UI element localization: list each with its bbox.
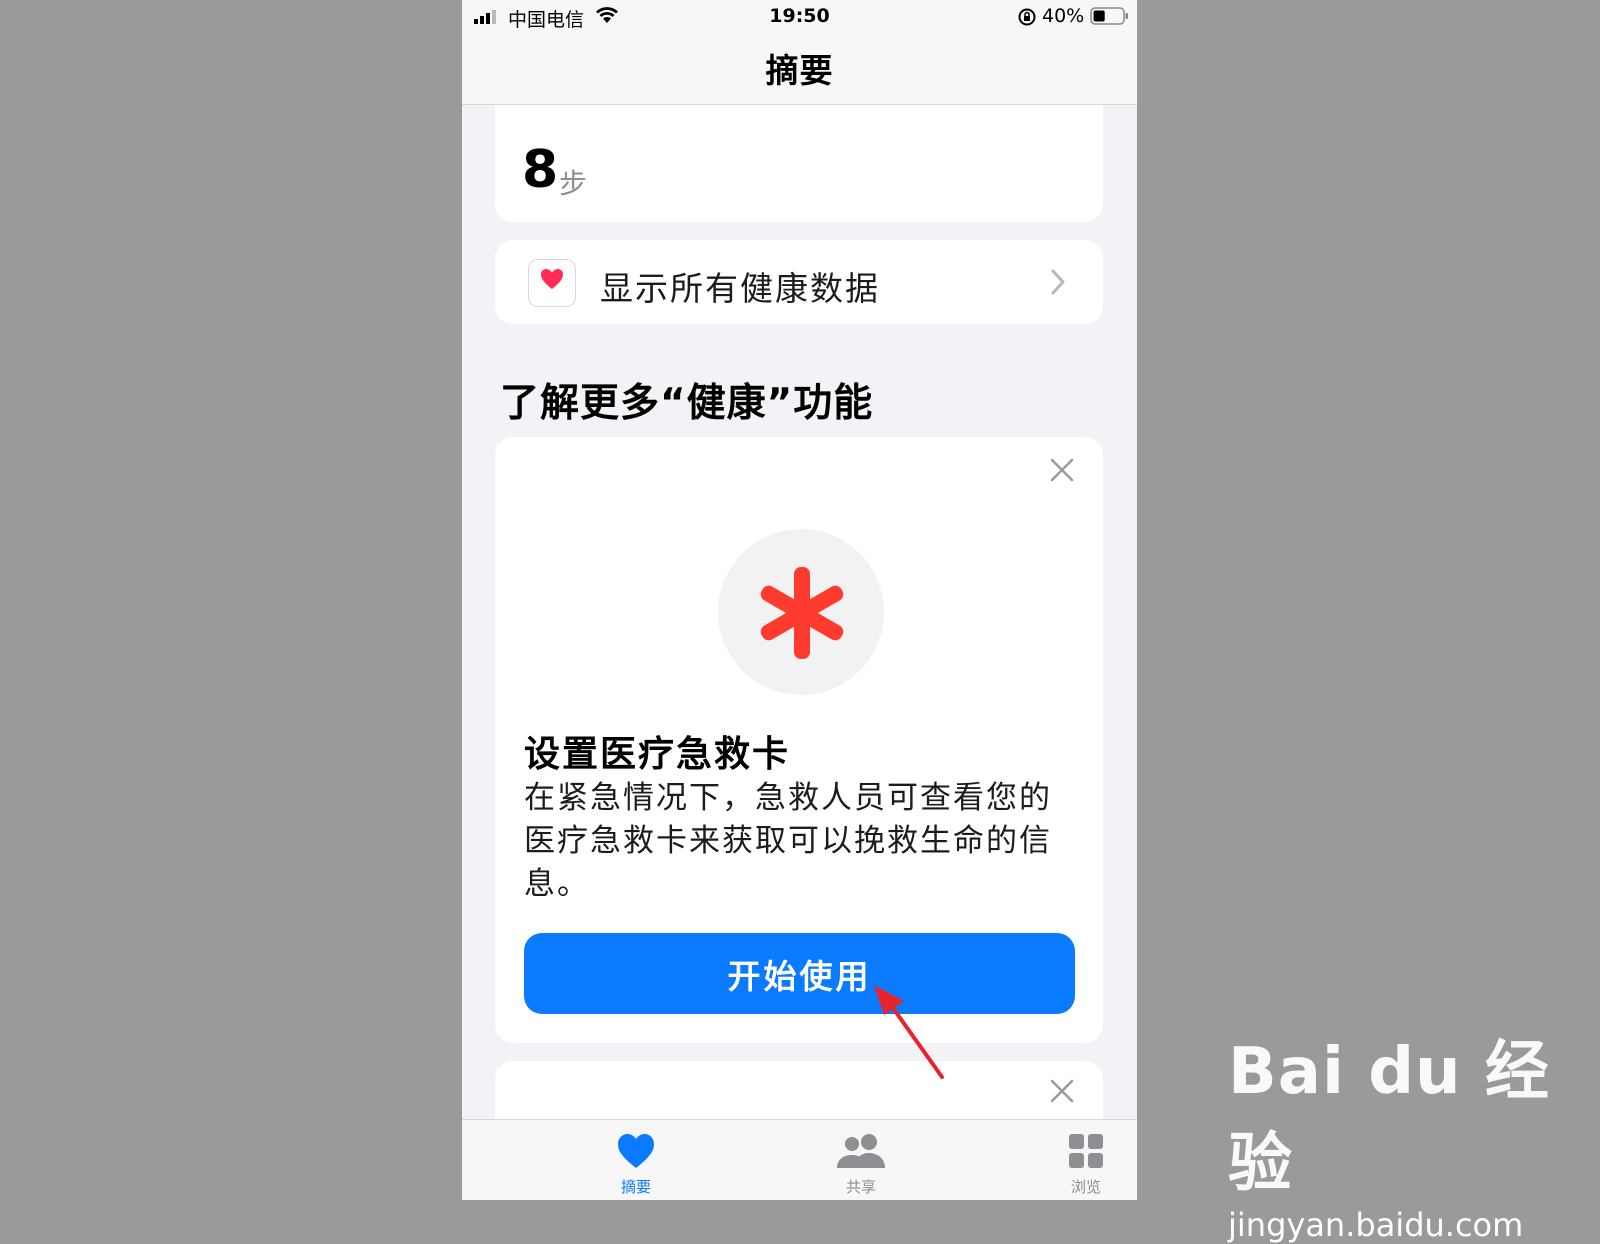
grid-icon: [1069, 1134, 1103, 1168]
steps-unit: 步: [559, 167, 588, 200]
steps-value: 8: [522, 140, 559, 200]
medical-id-card: 设置医疗急救卡 在紧急情况下，急救人员可查看您的医疗急救卡来获取可以挽救生命的信…: [495, 437, 1103, 1043]
rotation-lock-icon: [1018, 8, 1036, 26]
status-bar: 中国电信 19:50 40%: [462, 0, 1137, 34]
phone-screen: 中国电信 19:50 40% 摘要 8 步 显示所有健康数据 了解更多“健康”功…: [462, 0, 1137, 1200]
close-icon[interactable]: [1049, 1078, 1075, 1104]
show-all-health-data-label: 显示所有健康数据: [600, 269, 880, 308]
people-icon: [837, 1134, 885, 1168]
chevron-right-icon: [1051, 269, 1065, 295]
tab-sharing-label: 共享: [845, 1178, 876, 1196]
tab-summary[interactable]: 摘要: [576, 1132, 696, 1197]
health-app-icon: [528, 259, 576, 307]
battery-icon: [1090, 7, 1128, 25]
top-bar: 中国电信 19:50 40% 摘要: [462, 0, 1137, 105]
tab-bar: 摘要 共享 浏览: [462, 1119, 1137, 1200]
baidu-jingyan-watermark: Bai du 经验 jingyan.baidu.com: [1228, 1020, 1600, 1244]
get-started-button[interactable]: 开始使用: [524, 933, 1075, 1014]
red-arrow-annotation: [874, 985, 944, 1079]
close-icon[interactable]: [1049, 457, 1075, 483]
battery-percent: 40%: [1042, 5, 1085, 27]
tab-summary-label: 摘要: [620, 1178, 651, 1196]
medical-card-title: 设置医疗急救卡: [524, 734, 791, 775]
watermark-brand: Bai du 经验: [1228, 1035, 1550, 1201]
section-title: 了解更多“健康”功能: [500, 381, 874, 426]
page-title: 摘要: [765, 51, 834, 90]
tab-browse[interactable]: 浏览: [1026, 1132, 1137, 1197]
tab-browse-label: 浏览: [1070, 1178, 1101, 1196]
medical-icon-circle: [718, 529, 884, 695]
show-all-health-data-row[interactable]: 显示所有健康数据: [495, 240, 1103, 324]
heart-icon: [541, 269, 563, 289]
watermark-url: jingyan.baidu.com: [1228, 1206, 1524, 1244]
asterisk-icon: [760, 567, 844, 659]
tab-sharing[interactable]: 共享: [801, 1132, 921, 1197]
medical-card-description: 在紧急情况下，急救人员可查看您的医疗急救卡来获取可以挽救生命的信息。: [524, 780, 1052, 902]
heart-icon: [618, 1134, 654, 1168]
